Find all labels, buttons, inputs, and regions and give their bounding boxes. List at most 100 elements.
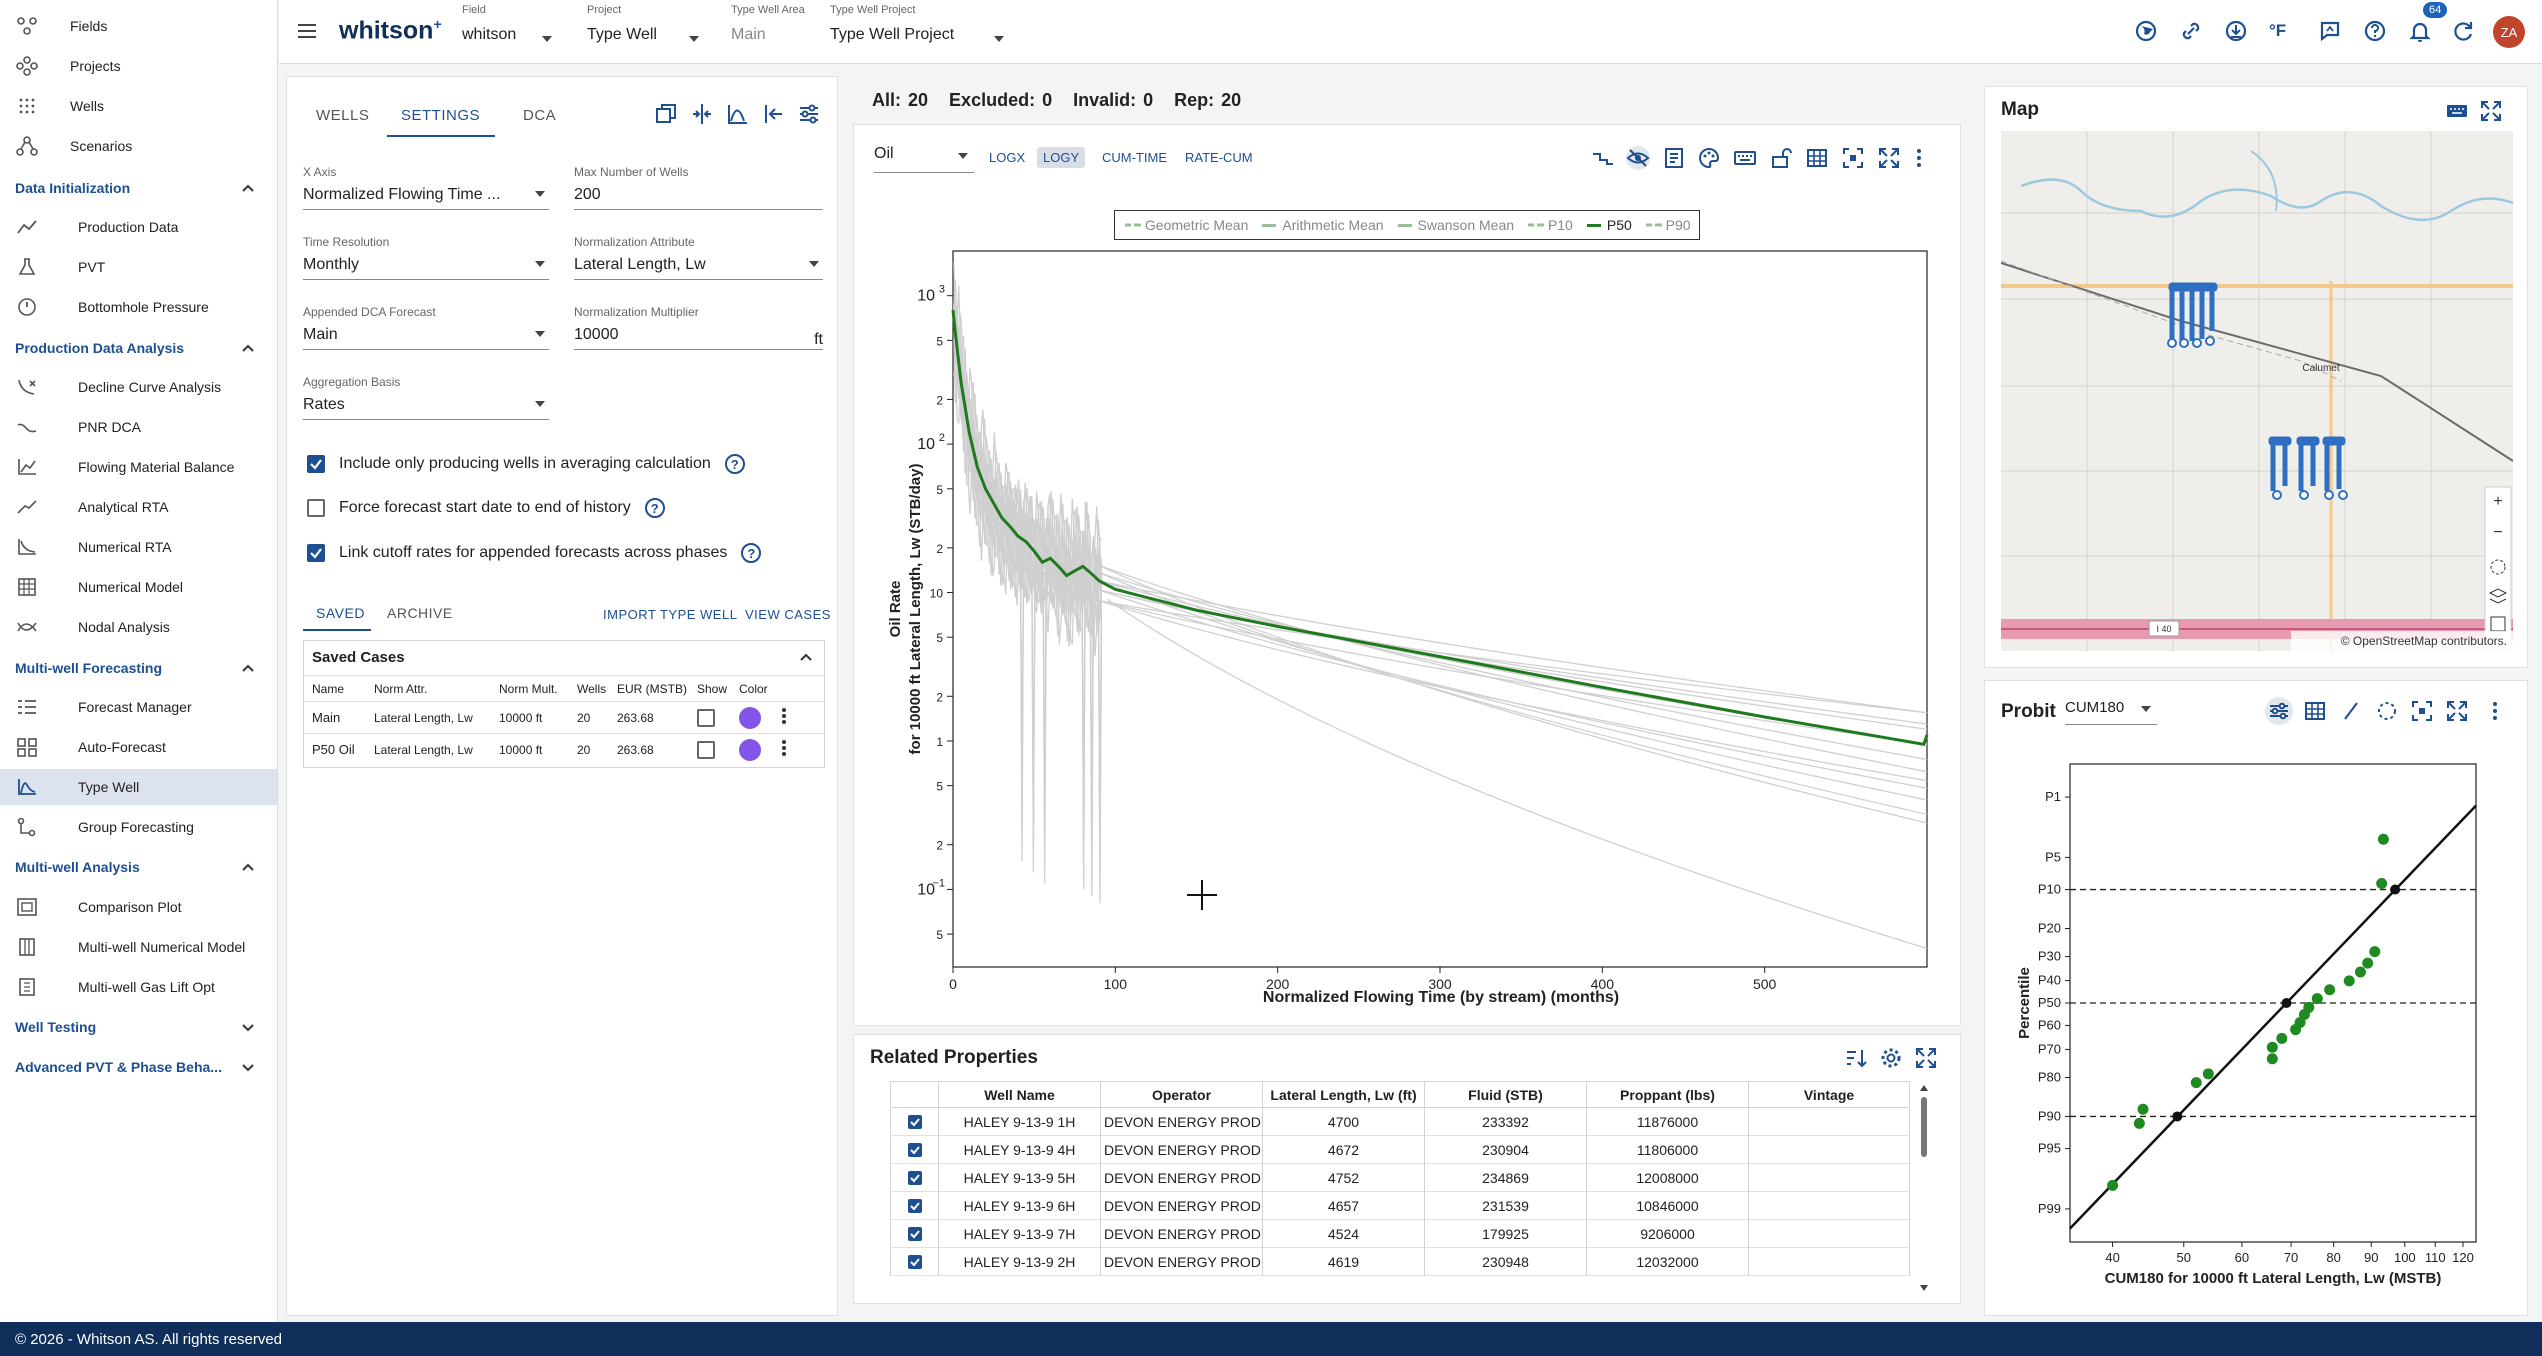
import-type-well-button[interactable]: IMPORT TYPE WELL — [603, 607, 737, 622]
section-well-testing[interactable]: Well Testing — [0, 1009, 277, 1045]
probit-point[interactable] — [2133, 1117, 2145, 1129]
table-row[interactable]: HALEY 9-13-9 2HDEVON ENERGY PRODUC461923… — [890, 1247, 1910, 1276]
column-header[interactable]: Operator — [1100, 1081, 1263, 1108]
table-row[interactable]: Main Lateral Length, Lw 10000 ft 20 263.… — [304, 701, 824, 734]
probit-point[interactable] — [2303, 1001, 2315, 1013]
probit-point[interactable] — [2343, 975, 2355, 987]
chevron-up-icon[interactable] — [798, 649, 814, 665]
feedback-icon[interactable] — [2315, 16, 2345, 46]
include-producing-checkbox[interactable]: Include only producing wells in averagin… — [307, 454, 745, 474]
align-left-icon[interactable] — [762, 102, 786, 126]
row-checkbox[interactable] — [907, 1226, 922, 1241]
scroll-down-icon[interactable] — [1920, 1285, 1928, 1291]
sidebar-item-wells[interactable]: Wells — [0, 88, 277, 124]
table-row[interactable]: HALEY 9-13-9 4HDEVON ENERGY PRODUC467223… — [890, 1135, 1910, 1164]
column-header[interactable]: Well Name — [938, 1081, 1101, 1108]
help-icon[interactable]: ? — [724, 454, 745, 474]
section-multi-well-forecasting[interactable]: Multi-well Forecasting — [0, 650, 277, 686]
probit-point[interactable] — [2311, 993, 2323, 1005]
link-cutoff-checkbox[interactable]: Link cutoff rates for appended forecasts… — [307, 543, 762, 563]
fullscreen-icon[interactable] — [1914, 1046, 1938, 1070]
column-header[interactable]: Lateral Length, Lw (ft) — [1262, 1081, 1425, 1108]
max-wells-input[interactable]: Max Number of Wells 200 — [574, 165, 823, 210]
sidebar-item-numerical-model[interactable]: Numerical Model — [0, 569, 277, 605]
fullscreen-icon[interactable] — [2479, 99, 2503, 123]
table-row[interactable]: HALEY 9-13-9 7HDEVON ENERGY PRODUC452417… — [890, 1219, 1910, 1248]
row-checkbox[interactable] — [907, 1170, 922, 1185]
sidebar-item-pvt[interactable]: PVT — [0, 249, 277, 285]
sidebar-item-forecast-manager[interactable]: Forecast Manager — [0, 689, 277, 725]
sidebar-item-scenarios[interactable]: Scenarios — [0, 128, 277, 164]
sidebar-item-bottomhole-pressure[interactable]: Bottomhole Pressure — [0, 289, 277, 325]
probit-point[interactable] — [2266, 1041, 2278, 1053]
keyboard-icon[interactable] — [2445, 99, 2469, 123]
sidebar-item-flowing-material-balance[interactable]: Flowing Material Balance — [0, 449, 277, 485]
more-vert-icon[interactable] — [781, 707, 787, 725]
temperature-unit-toggle[interactable]: °F — [2269, 16, 2299, 46]
table-row[interactable]: HALEY 9-13-9 6HDEVON ENERGY PRODUC465723… — [890, 1191, 1910, 1220]
help-icon[interactable]: ? — [644, 498, 665, 518]
table-row[interactable]: P50 Oil Lateral Length, Lw 10000 ft 20 2… — [304, 733, 824, 766]
percentile-marker[interactable] — [2281, 998, 2292, 1008]
percentile-marker[interactable] — [2172, 1111, 2183, 1122]
column-header[interactable]: Proppant (lbs) — [1586, 1081, 1749, 1108]
type-well-area-selector[interactable]: Type Well Area Main — [731, 4, 831, 44]
sidebar-item-decline-curve-analysis[interactable]: Decline Curve Analysis — [0, 369, 277, 405]
time-resolution-select[interactable]: Time Resolution Monthly — [303, 235, 549, 280]
aggregation-basis-select[interactable]: Aggregation Basis Rates — [303, 375, 549, 420]
globe-icon[interactable] — [2131, 16, 2161, 46]
download-icon[interactable] — [2221, 16, 2251, 46]
probit-chart[interactable]: 40 50 60 70 80 90 100 110 120 P1 P5 P10 P20 P30 P40 P50… — [1985, 681, 2527, 1315]
sidebar-item-comparison-plot[interactable]: Comparison Plot — [0, 889, 277, 925]
color-swatch[interactable] — [739, 706, 761, 729]
type-well-project-selector[interactable]: Type Well Project Type Well Project — [830, 4, 1030, 44]
tab-archive[interactable]: ARCHIVE — [387, 605, 453, 621]
well-location-map[interactable]: I 40 Calumet + − © OpenStreetMap contrib… — [2001, 131, 2513, 651]
row-checkbox[interactable] — [907, 1254, 922, 1269]
probit-point[interactable] — [2362, 957, 2374, 969]
section-advanced-pvt[interactable]: Advanced PVT & Phase Beha... — [0, 1049, 277, 1085]
percentile-marker[interactable] — [2390, 884, 2401, 895]
scroll-up-icon[interactable] — [1920, 1085, 1928, 1091]
show-checkbox[interactable] — [697, 708, 715, 727]
sidebar-item-pnr-dca[interactable]: PNR DCA — [0, 409, 277, 445]
probit-point[interactable] — [2324, 984, 2336, 996]
help-icon[interactable]: ? — [741, 543, 762, 563]
probit-point[interactable] — [2202, 1068, 2214, 1080]
scrollbar-thumb[interactable] — [1921, 1097, 1927, 1157]
field-selector[interactable]: Field whitson — [462, 4, 562, 44]
sidebar-item-analytical-rta[interactable]: Analytical RTA — [0, 489, 277, 525]
probit-point[interactable] — [2377, 833, 2389, 845]
refresh-icon[interactable] — [2449, 16, 2479, 46]
sidebar-item-fields[interactable]: Fields — [0, 8, 277, 44]
project-selector[interactable]: Project Type Well — [587, 4, 717, 44]
section-data-initialization[interactable]: Data Initialization — [0, 170, 277, 206]
force-forecast-checkbox[interactable]: Force forecast start date to end of hist… — [307, 498, 665, 518]
checkbox-checked[interactable] — [307, 544, 325, 562]
probit-point[interactable] — [2107, 1179, 2119, 1191]
tab-wells[interactable]: WELLS — [316, 107, 369, 124]
sidebar-item-production-data[interactable]: Production Data — [0, 209, 277, 245]
row-checkbox[interactable] — [907, 1114, 922, 1129]
gear-icon[interactable] — [1879, 1046, 1903, 1070]
checkbox-checked[interactable] — [307, 455, 325, 473]
normalization-attribute-select[interactable]: Normalization Attribute Lateral Length, … — [574, 235, 823, 280]
tab-dca[interactable]: DCA — [523, 107, 556, 124]
section-multi-well-analysis[interactable]: Multi-well Analysis — [0, 849, 277, 885]
sidebar-item-nodal-analysis[interactable]: Nodal Analysis — [0, 609, 277, 645]
copy-icon[interactable] — [654, 102, 678, 126]
section-production-data-analysis[interactable]: Production Data Analysis — [0, 330, 277, 366]
app-logo[interactable]: whitson+ — [339, 16, 442, 45]
sidebar-item-auto-forecast[interactable]: Auto-Forecast — [0, 729, 277, 765]
row-checkbox[interactable] — [907, 1198, 922, 1213]
show-checkbox[interactable] — [697, 740, 715, 759]
help-icon[interactable] — [2360, 16, 2390, 46]
tab-saved[interactable]: SAVED — [316, 605, 365, 621]
probit-point[interactable] — [2137, 1103, 2149, 1115]
tune-icon[interactable] — [797, 102, 821, 126]
sidebar-item-multi-well-numerical-model[interactable]: Multi-well Numerical Model — [0, 929, 277, 965]
view-cases-button[interactable]: VIEW CASES — [745, 607, 831, 622]
user-avatar[interactable]: ZA — [2493, 16, 2525, 48]
probit-point[interactable] — [2369, 946, 2381, 958]
sidebar-item-projects[interactable]: Projects — [0, 48, 277, 84]
